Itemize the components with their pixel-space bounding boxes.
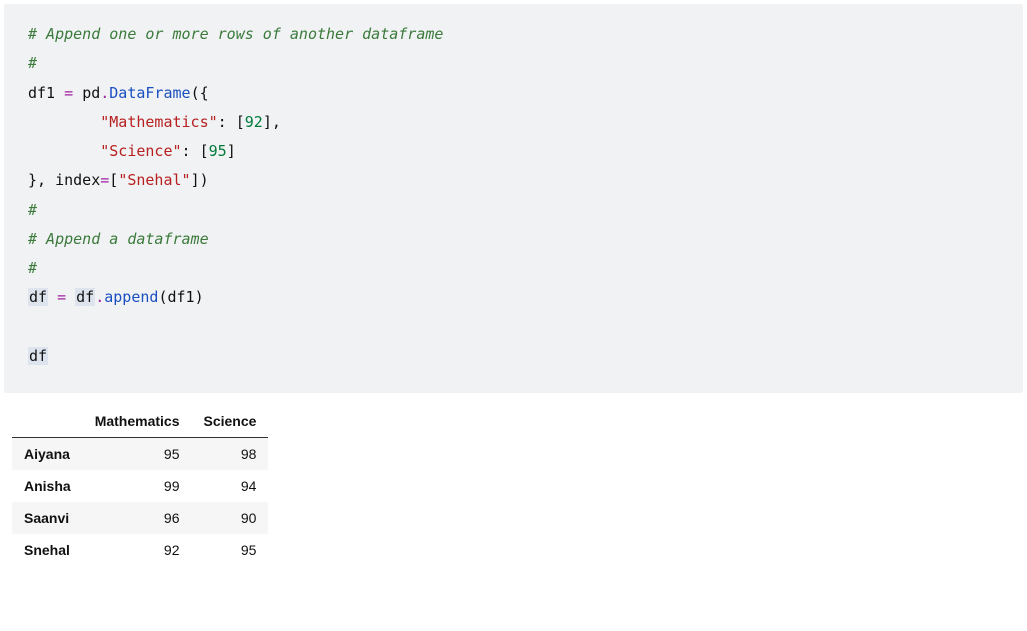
code-obj: pd bbox=[82, 84, 100, 102]
code-bracket: ( bbox=[191, 84, 200, 102]
table-cell: 94 bbox=[192, 470, 269, 502]
table-row: Aiyana 95 98 bbox=[12, 438, 268, 471]
table-cell: 99 bbox=[83, 470, 192, 502]
table-cell: 96 bbox=[83, 502, 192, 534]
code-func: append bbox=[104, 288, 158, 306]
code-number: 95 bbox=[209, 142, 227, 160]
code-op: . bbox=[100, 84, 109, 102]
code-comment: # Append a dataframe bbox=[28, 230, 209, 248]
code-op: = bbox=[100, 171, 109, 189]
table-rowhead: Snehal bbox=[12, 534, 83, 566]
table-row: Saanvi 96 90 bbox=[12, 502, 268, 534]
code-bracket: [ bbox=[236, 113, 245, 131]
code-op: . bbox=[95, 288, 104, 306]
code-string: "Snehal" bbox=[118, 171, 190, 189]
code-var: df1 bbox=[167, 288, 194, 306]
table-row: Snehal 92 95 bbox=[12, 534, 268, 566]
code-comment: # bbox=[28, 259, 37, 277]
code-var: df bbox=[28, 288, 48, 306]
code-bracket: ] bbox=[227, 142, 236, 160]
table-corner-cell bbox=[12, 405, 83, 438]
code-cell: # Append one or more rows of another dat… bbox=[4, 4, 1023, 393]
code-colon: : bbox=[218, 113, 236, 131]
code-bracket: [ bbox=[200, 142, 209, 160]
code-func: DataFrame bbox=[109, 84, 190, 102]
code-bracket: ) bbox=[195, 288, 204, 306]
table-row: Anisha 99 94 bbox=[12, 470, 268, 502]
table-cell: 90 bbox=[192, 502, 269, 534]
table-rowhead: Aiyana bbox=[12, 438, 83, 471]
table-cell: 92 bbox=[83, 534, 192, 566]
code-comma: , bbox=[37, 171, 55, 189]
table-header-row: Mathematics Science bbox=[12, 405, 268, 438]
code-colon: : bbox=[182, 142, 200, 160]
code-comment: # Append one or more rows of another dat… bbox=[28, 25, 443, 43]
code-var: df bbox=[28, 347, 48, 365]
table-cell: 95 bbox=[83, 438, 192, 471]
code-bracket: ] bbox=[191, 171, 200, 189]
code-string: "Science" bbox=[100, 142, 181, 160]
code-op: = bbox=[55, 84, 82, 102]
table-cell: 98 bbox=[192, 438, 269, 471]
code-comma: , bbox=[272, 113, 281, 131]
table-col-mathematics: Mathematics bbox=[83, 405, 192, 438]
code-comment: # bbox=[28, 201, 37, 219]
code-bracket: ) bbox=[200, 171, 209, 189]
code-var: df1 bbox=[28, 84, 55, 102]
code-bracket: { bbox=[200, 84, 209, 102]
code-comment: # bbox=[28, 54, 37, 72]
code-bracket: [ bbox=[109, 171, 118, 189]
code-indent bbox=[28, 113, 100, 131]
code-kwarg: index bbox=[55, 171, 100, 189]
code-op: = bbox=[48, 288, 75, 306]
code-indent bbox=[28, 142, 100, 160]
table-rowhead: Saanvi bbox=[12, 502, 83, 534]
code-bracket: } bbox=[28, 171, 37, 189]
code-bracket: ] bbox=[263, 113, 272, 131]
table-cell: 95 bbox=[192, 534, 269, 566]
code-string: "Mathematics" bbox=[100, 113, 217, 131]
code-number: 92 bbox=[245, 113, 263, 131]
table-rowhead: Anisha bbox=[12, 470, 83, 502]
table-col-science: Science bbox=[192, 405, 269, 438]
code-var: df bbox=[75, 288, 95, 306]
output-dataframe-table: Mathematics Science Aiyana 95 98 Anisha … bbox=[12, 405, 268, 566]
